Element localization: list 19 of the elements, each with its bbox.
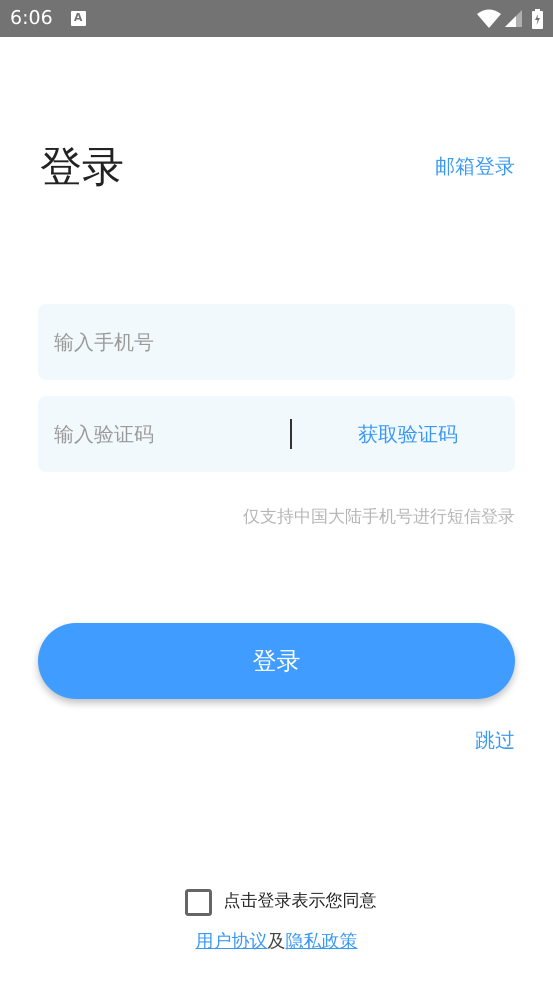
keyboard-icon: A	[70, 11, 86, 26]
battery-icon	[532, 8, 543, 28]
wifi-icon	[477, 8, 501, 28]
conjunction-text: 及	[268, 930, 286, 954]
status-time: 6:06	[10, 6, 53, 32]
agreement-text: 点击登录表示您同意	[224, 890, 376, 914]
skip-link[interactable]: 跳过	[475, 724, 515, 754]
phone-field[interactable]: 输入手机号	[38, 304, 515, 380]
hint-text: 仅支持中国大陆手机号进行短信登录	[243, 506, 515, 529]
agreement-checkbox[interactable]	[184, 888, 212, 916]
email-login-link[interactable]: 邮箱登录	[435, 151, 515, 181]
agreement-link[interactable]: 用户协议	[196, 928, 268, 954]
signal-icon	[505, 10, 522, 27]
code-field[interactable]: 输入验证码	[54, 419, 274, 449]
text-cursor	[290, 419, 292, 449]
page-title: 登录	[40, 140, 124, 192]
get-code-button[interactable]: 获取验证码	[358, 419, 458, 449]
agreement-link[interactable]: 隐私政策	[286, 928, 358, 954]
login-button[interactable]: 登录	[38, 622, 515, 698]
